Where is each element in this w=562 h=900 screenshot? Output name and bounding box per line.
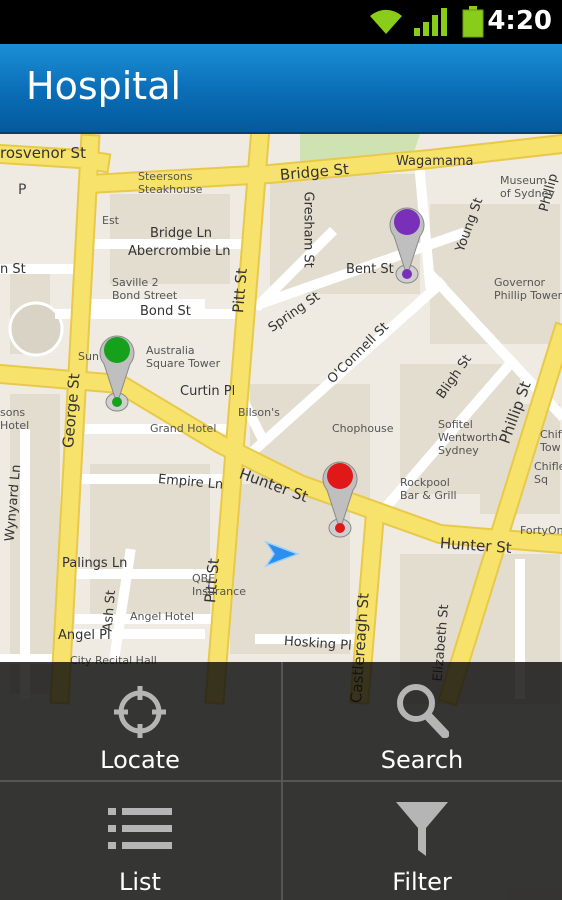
crosshair-icon (114, 686, 166, 738)
poi-label: Australia Square Tower (146, 344, 221, 370)
poi-label: Museum of Sydney (500, 174, 555, 200)
page-title: Hospital (26, 64, 182, 108)
poi-label: Chifle Sq (534, 460, 562, 486)
poi-label: Rockpool Bar & Grill (400, 476, 457, 502)
locate-label: Locate (100, 746, 180, 774)
poi-label: Bilson's (238, 406, 280, 419)
list-button[interactable]: List (0, 782, 280, 900)
poi-label: Grand Hotel (150, 422, 217, 435)
signal-icon (414, 8, 448, 40)
search-icon (397, 684, 449, 738)
street-label: Palings Ln (62, 556, 128, 571)
poi-label: Sofitel Wentworth Sydney (438, 418, 498, 457)
poi-label: Angel Hotel (130, 610, 194, 623)
filter-button[interactable]: Filter (282, 782, 562, 900)
street-label: n St (0, 262, 26, 277)
filter-label: Filter (392, 868, 452, 896)
street-label: Angel Pl (58, 628, 111, 643)
poi-label: Chophouse (332, 422, 394, 435)
map-pin-red[interactable] (317, 456, 363, 546)
parking-icon: P (18, 182, 27, 198)
current-location-arrow-icon (264, 540, 300, 568)
street-label: Bridge Ln (150, 226, 212, 241)
street-label: Curtin Pl (180, 384, 236, 399)
poi-label: Est (102, 214, 119, 227)
poi-label: QBE Insurance (192, 572, 246, 598)
poi-label: Steersons Steakhouse (138, 170, 203, 196)
poi-label: Saville 2 Bond Street (112, 276, 178, 302)
list-icon (108, 808, 172, 849)
status-bar: 4:20 (0, 0, 562, 44)
street-label: Bond St (140, 304, 191, 319)
wifi-icon (368, 8, 404, 40)
search-label: Search (380, 746, 464, 774)
street-label: rosvenor St (0, 144, 86, 162)
street-label: Abercrombie Ln (128, 244, 231, 259)
filter-icon (396, 802, 448, 856)
poi-label: FortyOn (520, 524, 562, 537)
poi-label: Chif Tow (540, 428, 562, 454)
list-label: List (119, 868, 161, 896)
options-menu: Locate Search List Filter (0, 662, 562, 900)
street-label: Gresham St (300, 191, 316, 268)
map-pin-purple[interactable] (384, 202, 430, 292)
status-time: 4:20 (487, 6, 552, 36)
search-button[interactable]: Search (282, 662, 562, 780)
battery-icon (462, 6, 484, 42)
poi-label: Governor Phillip Tower (494, 276, 562, 302)
poi-label: sons Hotel (0, 406, 30, 432)
title-bar: Hospital (0, 44, 562, 134)
map-pin-green[interactable] (94, 330, 140, 420)
locate-button[interactable]: Locate (0, 662, 280, 780)
street-label: Wagamama (396, 154, 474, 169)
